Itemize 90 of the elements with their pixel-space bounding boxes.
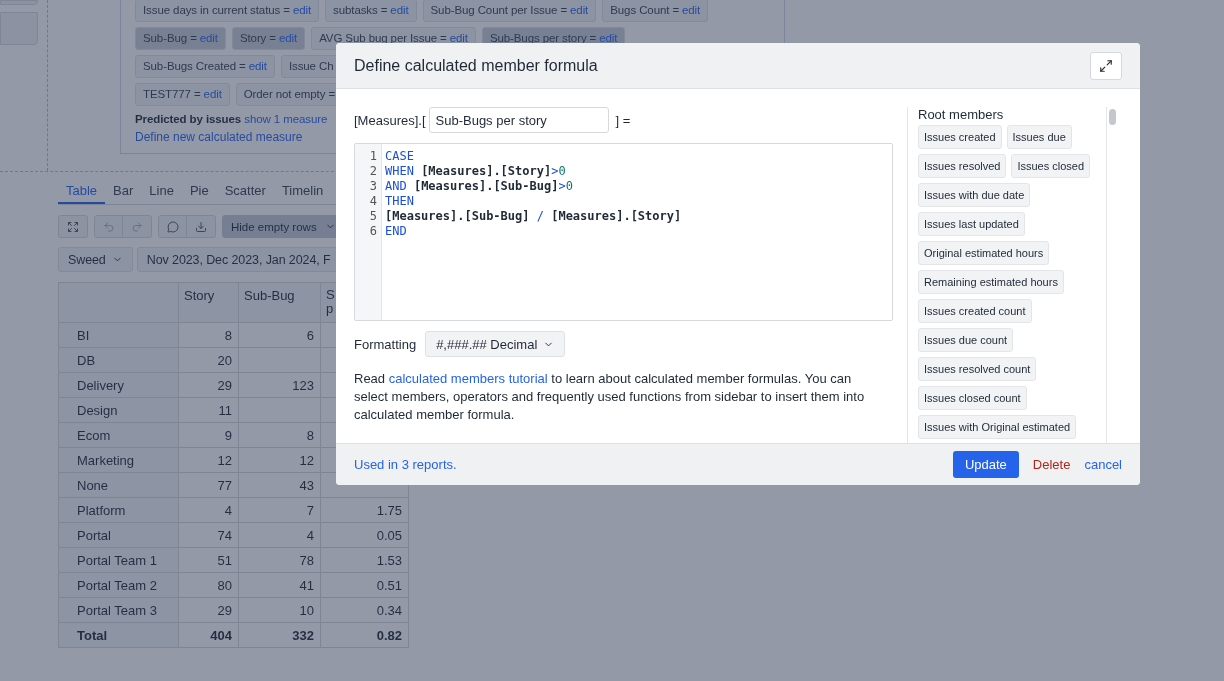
table-cell: 43 (238, 472, 321, 498)
row-header: Portal Team 1 (58, 547, 179, 573)
view-tab[interactable]: Pie (181, 180, 217, 204)
scrollbar[interactable] (1106, 107, 1118, 443)
table-cell: 1.53 (320, 547, 409, 573)
measure-chip[interactable]: subtasks = edit (325, 0, 417, 22)
table-cell: 10 (238, 597, 321, 623)
table-cell: 4 (238, 522, 321, 548)
sidebar-title: Root members (918, 107, 1005, 122)
code-line: [Measures].[Sub-Bug] / [Measures].[Story] (385, 209, 682, 224)
name-suffix: ] = (615, 112, 631, 128)
member-chip[interactable]: Issues with Original estimated (918, 415, 1077, 439)
view-tab[interactable]: Bar (105, 180, 142, 204)
table-cell: 0.82 (320, 622, 409, 648)
expand-button[interactable] (1090, 51, 1122, 80)
line-number: 6 (368, 224, 377, 239)
table-cell: 123 (238, 372, 321, 398)
row-header: Marketing (58, 447, 179, 473)
member-chip[interactable]: Issues closed (1011, 154, 1091, 178)
measure-chip[interactable]: TEST777 = edit (135, 82, 230, 106)
member-chip[interactable]: Issues closed count (918, 386, 1027, 410)
row-header: Portal Team 2 (58, 572, 179, 598)
row-header: Platform (58, 497, 179, 523)
measure-chip[interactable]: Sub-Bug Count per Issue = edit (422, 0, 597, 22)
line-number: 5 (368, 209, 377, 224)
member-chip[interactable]: Issues resolved (918, 154, 1007, 178)
dimension-dropdown[interactable]: Sweed (58, 247, 133, 272)
tutorial-link[interactable]: calculated members tutorial (388, 371, 548, 386)
measure-chip[interactable]: Bugs Count = edit (602, 0, 709, 22)
measure-chip[interactable]: Sub-Bugs Created = edit (135, 54, 275, 78)
line-number: 1 (368, 149, 377, 164)
table-cell: 78 (238, 547, 321, 573)
formatting-label: Formatting (354, 336, 417, 352)
table-cell: 41 (238, 572, 321, 598)
row-header: Portal Team 3 (58, 597, 179, 623)
table-cell: 12 (238, 447, 321, 473)
member-chip[interactable]: Issues resolved count (918, 357, 1037, 381)
row-header: None (58, 472, 179, 498)
table-cell: 332 (238, 622, 321, 648)
table-cell: 0.51 (320, 572, 409, 598)
line-number: 4 (368, 194, 377, 209)
show-measure-link[interactable]: show 1 measure (244, 113, 328, 125)
column-header: Story (178, 282, 239, 323)
member-chip[interactable]: Issues created (918, 125, 1002, 149)
column-header: Sub-Bug (238, 282, 321, 323)
measure-chip[interactable]: Sub-Bug = edit (135, 26, 226, 50)
expand-icon (1099, 58, 1113, 73)
member-chip[interactable]: Issues due (1006, 125, 1072, 149)
code-line: AND [Measures].[Sub-Bug]>0 (385, 179, 574, 194)
code-line: THEN (385, 194, 415, 209)
code-line: END (385, 224, 408, 239)
member-chip[interactable]: Issues last updated (918, 212, 1025, 236)
view-tab[interactable]: Table (58, 180, 106, 204)
name-field[interactable]: Sub-Bugs per story (428, 107, 609, 133)
table-cell: 1.75 (320, 497, 409, 523)
row-header: Delivery (58, 372, 179, 398)
line-number: 2 (368, 164, 377, 179)
code-line: WHEN [Measures].[Story]>0 (385, 164, 567, 179)
row-header: Design (58, 397, 179, 423)
row-header: DB (58, 347, 179, 373)
table-cell: 7 (238, 497, 321, 523)
used-in-link[interactable]: Used in 3 reports. (354, 457, 457, 472)
view-tab[interactable]: Timelin (273, 180, 332, 204)
line-number: 3 (368, 179, 377, 194)
update-button[interactable]: Update (952, 451, 1019, 478)
member-chip[interactable]: Remaining estimated hours (918, 270, 1064, 294)
row-header: Ecom (58, 422, 179, 448)
name-prefix: [Measures].[ (354, 112, 426, 128)
view-tab[interactable]: Line (141, 180, 182, 204)
measure-chip[interactable]: Issue days in current status = edit (135, 0, 320, 22)
code-line: CASE (385, 149, 415, 164)
row-header: BI (58, 322, 179, 348)
row-header: Total (58, 622, 179, 648)
member-chip[interactable]: Original estimated hours (918, 241, 1050, 265)
table-cell: 8 (238, 422, 321, 448)
delete-link[interactable]: Delete (1032, 457, 1071, 472)
table-cell: 6 (238, 322, 321, 348)
member-chip[interactable]: Issues with due date (918, 183, 1031, 207)
member-chip[interactable]: Issues created count (918, 299, 1032, 323)
table-cell: 0.34 (320, 597, 409, 623)
row-header: Portal (58, 522, 179, 548)
table-cell: 0.05 (320, 522, 409, 548)
view-tab[interactable]: Scatter (216, 180, 274, 204)
formula-editor[interactable]: 1 2 3 4 5 6 CASE WHEN [Measures].[Story]>0 AND [Measures].[Sub-Bug]>0 THEN [Measures].[Sub-Bug] / [Measures].[Story] END (354, 143, 893, 321)
member-chip[interactable]: Issues due count (918, 328, 1014, 352)
formatting-dropdown[interactable]: #,###.## Decimal (425, 331, 566, 357)
cancel-link[interactable]: cancel (1084, 457, 1122, 472)
help-text: Read calculated members tutorial to learn about calculated member formulas. You can select members, operators and frequently used functions from sidebar to insert them into calculated member formula. (354, 370, 866, 424)
measure-chip[interactable]: Story = edit (231, 26, 306, 50)
dialog-title: Define calculated member formula (354, 56, 598, 75)
